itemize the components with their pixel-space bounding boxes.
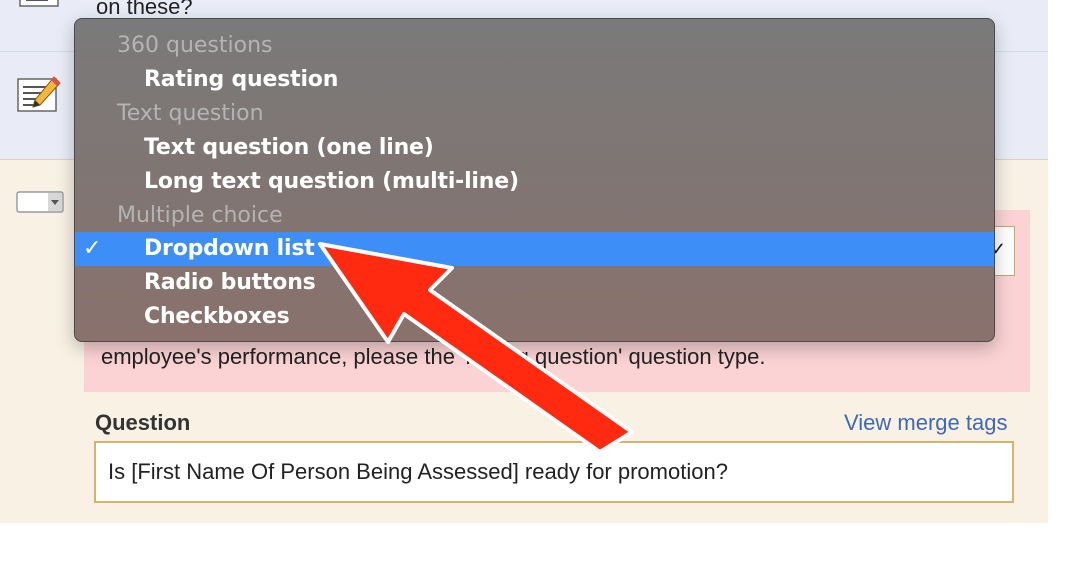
- view-merge-tags-link[interactable]: View merge tags: [844, 410, 1007, 436]
- select-field-icon[interactable]: [16, 191, 64, 213]
- menu-group-header-360: 360 questions: [117, 33, 273, 58]
- checkmark-icon: ✓: [83, 236, 102, 261]
- partial-question-text: on these?: [96, 0, 193, 19]
- question-label: Question: [95, 410, 191, 435]
- menu-item-dropdown-list[interactable]: ✓ Dropdown list: [75, 232, 994, 266]
- menu-item-radio-buttons[interactable]: Radio buttons: [75, 266, 994, 300]
- menu-item-text-one-line[interactable]: Text question (one line): [75, 131, 994, 165]
- menu-group-header-text: Text question: [117, 101, 264, 126]
- menu-item-checkboxes[interactable]: Checkboxes: [75, 300, 994, 334]
- menu-item-rating-question[interactable]: Rating question: [75, 63, 994, 97]
- menu-item-label: Dropdown list: [144, 236, 315, 261]
- menu-group-header-multiple-choice: Multiple choice: [117, 203, 283, 228]
- menu-item-long-text[interactable]: Long text question (multi-line): [75, 165, 994, 199]
- alert-message: employee's performance, please the 'Rati…: [101, 344, 766, 369]
- document-edit-icon[interactable]: [16, 75, 62, 115]
- question-input[interactable]: [94, 441, 1014, 503]
- question-type-dropdown-menu[interactable]: 360 questions Rating question Text quest…: [74, 18, 995, 342]
- document-edit-icon[interactable]: [18, 0, 62, 8]
